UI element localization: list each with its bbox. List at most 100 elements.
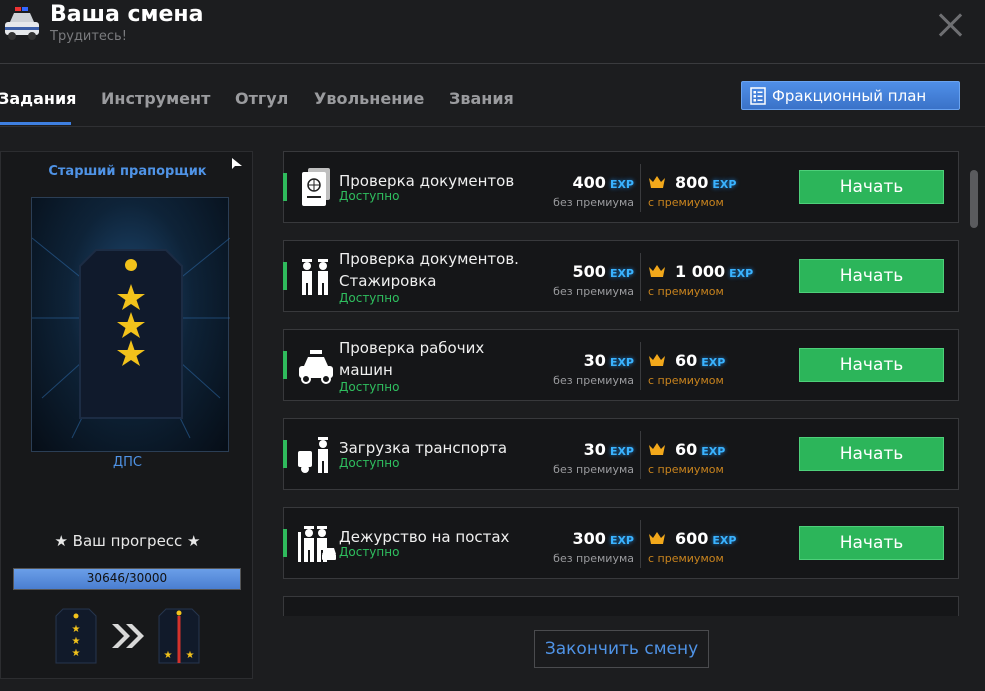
progress-bar: 30646/30000 xyxy=(13,568,241,590)
base-exp: 30 EXP xyxy=(583,440,634,459)
exp-tag: EXP xyxy=(609,534,634,547)
task-status: Доступно xyxy=(339,456,400,470)
task-accent xyxy=(283,173,287,201)
rank-card: Старший прапорщик ДПС ★ Ваш прогресс ★ 3… xyxy=(0,151,253,679)
faction-plan-label: Фракционный план xyxy=(772,86,927,105)
premium-exp: 1 000 EXP xyxy=(675,262,754,281)
epaulet-icon xyxy=(31,237,231,439)
faction-plan-button[interactable]: Фракционный план xyxy=(741,81,960,110)
progress-text: 30646/30000 xyxy=(86,571,168,585)
no-premium-label: без премиума xyxy=(553,463,634,476)
base-exp: 30 EXP xyxy=(583,351,634,370)
checklist-icon xyxy=(750,86,766,105)
start-button[interactable]: Начать xyxy=(799,348,944,382)
task-row: Проверка документов Доступно 400 EXP без … xyxy=(283,151,959,223)
premium-exp: 600 EXP xyxy=(675,529,737,548)
end-shift-button[interactable]: Закончить смену xyxy=(534,630,709,668)
rank-insignia-image xyxy=(31,197,231,452)
task-accent xyxy=(283,262,287,290)
exp-tag: EXP xyxy=(701,356,726,369)
premium-exp: 800 EXP xyxy=(675,173,737,192)
tab-resignation[interactable]: Увольнение xyxy=(314,89,424,108)
divider xyxy=(640,520,641,568)
svg-text:★: ★ xyxy=(72,624,81,635)
start-button[interactable]: Начать xyxy=(799,526,944,560)
with-premium-label: с премиумом xyxy=(648,374,724,387)
close-icon[interactable] xyxy=(937,12,963,38)
tab-bar: Задания Инструмент Отгул Увольнение Зван… xyxy=(0,65,985,127)
exp-tag: EXP xyxy=(609,445,634,458)
svg-text:★: ★ xyxy=(164,650,173,661)
start-button[interactable]: Начать xyxy=(799,170,944,204)
task-row: Загрузка транспорта Доступно 30 EXP без п… xyxy=(283,418,959,490)
crown-icon xyxy=(649,532,665,544)
svg-text:★: ★ xyxy=(72,636,81,647)
divider xyxy=(640,164,641,212)
exp-tag: EXP xyxy=(712,534,737,547)
active-tab-indicator xyxy=(0,122,71,125)
task-accent xyxy=(283,440,287,468)
cursor-icon xyxy=(232,158,242,169)
svg-text:★: ★ xyxy=(186,650,195,661)
passport-icon xyxy=(302,168,330,206)
current-rank-epaulet-icon: ★★★ xyxy=(55,608,97,664)
task-accent xyxy=(283,529,287,557)
crown-icon xyxy=(649,176,665,188)
patrol-post-icon xyxy=(298,526,336,562)
task-row-partial xyxy=(283,596,959,616)
exp-tag: EXP xyxy=(701,445,726,458)
police-car-icon xyxy=(299,350,333,384)
task-name: Проверка документов. Стажировка xyxy=(339,250,519,290)
police-car-icon xyxy=(5,7,39,40)
task-accent xyxy=(283,351,287,379)
exp-tag: EXP xyxy=(712,178,737,191)
with-premium-label: с премиумом xyxy=(648,285,724,298)
exp-tag: EXP xyxy=(609,267,634,280)
window-subtitle: Трудитесь! xyxy=(50,29,127,44)
base-exp: 300 EXP xyxy=(572,529,634,548)
start-button[interactable]: Начать xyxy=(799,259,944,293)
header: Ваша смена Трудитесь! xyxy=(0,0,985,64)
task-status: Доступно xyxy=(339,291,400,305)
next-rank-arrows-icon xyxy=(112,624,144,648)
task-row: Проверка документов. Стажировка Доступно… xyxy=(283,240,959,312)
exp-tag: EXP xyxy=(609,356,634,369)
window-title: Ваша смена xyxy=(50,2,204,27)
divider xyxy=(640,342,641,390)
divider xyxy=(640,431,641,479)
with-premium-label: с премиумом xyxy=(648,552,724,565)
with-premium-label: с премиумом xyxy=(648,196,724,209)
crown-icon xyxy=(649,443,665,455)
crown-icon xyxy=(649,354,665,366)
scrollbar-thumb[interactable] xyxy=(970,170,978,228)
tow-truck-icon xyxy=(298,437,328,473)
svg-text:★: ★ xyxy=(72,648,81,659)
exp-tag: EXP xyxy=(729,267,754,280)
tab-instrument[interactable]: Инструмент xyxy=(101,89,210,108)
department-label: ДПС xyxy=(112,455,142,470)
task-row: Дежурство на постах Доступно 300 EXP без … xyxy=(283,507,959,579)
task-row: Проверка рабочих машин Доступно 30 EXP бе… xyxy=(283,329,959,401)
task-status: Доступно xyxy=(339,380,400,394)
base-exp: 400 EXP xyxy=(572,173,634,192)
no-premium-label: без премиума xyxy=(553,196,634,209)
next-rank-epaulet-icon: ★ ★ xyxy=(158,608,200,664)
tab-day-off[interactable]: Отгул xyxy=(235,89,288,108)
task-status: Доступно xyxy=(339,545,400,559)
task-name: Проверка рабочих машин xyxy=(339,339,485,379)
no-premium-label: без премиума xyxy=(553,285,634,298)
tab-tasks[interactable]: Задания xyxy=(0,89,76,108)
exp-tag: EXP xyxy=(609,178,634,191)
start-button[interactable]: Начать xyxy=(799,437,944,471)
divider xyxy=(640,253,641,301)
progress-title: ★ Ваш прогресс ★ xyxy=(54,532,201,550)
tab-ranks[interactable]: Звания xyxy=(449,89,514,108)
rank-name: Старший прапорщик xyxy=(48,164,207,179)
with-premium-label: с премиумом xyxy=(648,463,724,476)
crown-icon xyxy=(649,265,665,277)
base-exp: 500 EXP xyxy=(572,262,634,281)
officers-icon xyxy=(302,259,328,295)
premium-exp: 60 EXP xyxy=(675,351,726,370)
no-premium-label: без премиума xyxy=(553,374,634,387)
task-status: Доступно xyxy=(339,189,400,203)
